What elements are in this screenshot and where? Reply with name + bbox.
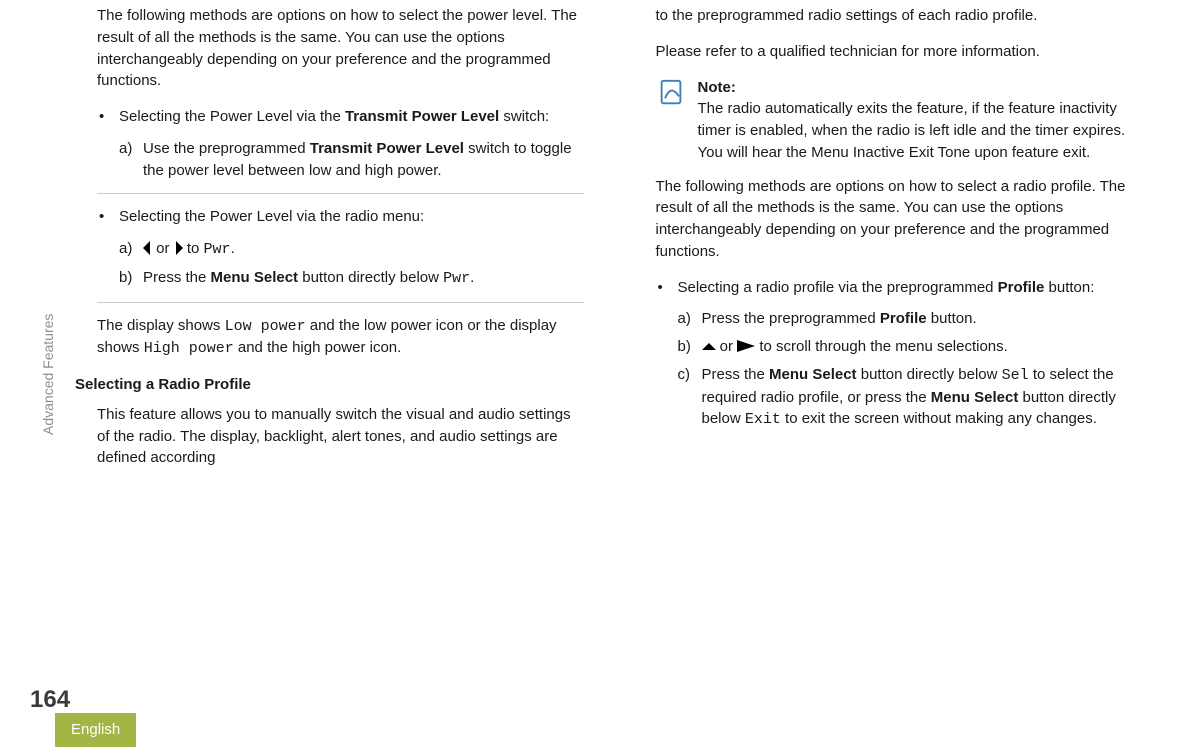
col2-c-sel: Sel	[1002, 367, 1029, 384]
item1a-lead: Use the preprogrammed	[143, 140, 310, 157]
section-heading: Selecting a Radio Profile	[75, 374, 584, 396]
display-paragraph: The display shows Low power and the low …	[97, 315, 584, 361]
item2b-end: .	[470, 269, 474, 286]
right-column: to the preprogrammed radio settings of e…	[634, 5, 1143, 680]
language-tab: English	[55, 713, 136, 747]
col2-item1-bold: Profile	[998, 279, 1045, 296]
col2-c-bold1: Menu Select	[769, 366, 857, 383]
col2-item1-lead: Selecting a radio profile via the prepro…	[678, 279, 998, 296]
item2b-mid: button directly below	[298, 269, 443, 286]
col2-a-tail: button.	[927, 310, 977, 327]
col2-c-bold2: Menu Select	[931, 389, 1019, 406]
note-text: Note: The radio automatically exits the …	[698, 77, 1143, 164]
col2-p3: The following methods are options on how…	[656, 176, 1143, 263]
separator-2	[97, 302, 584, 303]
item1a-bold: Transmit Power Level	[310, 140, 464, 157]
col2-item1-tail: button:	[1044, 279, 1094, 296]
separator	[97, 193, 584, 194]
item2b-pwr: Pwr	[443, 270, 470, 287]
col2-c-exit: Exit	[745, 411, 781, 428]
left-arrow-icon	[143, 241, 150, 255]
up-arrow-icon	[702, 343, 716, 350]
intro-paragraph: The following methods are options on how…	[97, 5, 584, 92]
col2-a-lead: Press the preprogrammed	[702, 310, 880, 327]
item1-tail: switch:	[499, 108, 549, 125]
item1-step-a: Use the preprogrammed Transmit Power Lev…	[143, 138, 584, 182]
note-box: Note: The radio automatically exits the …	[656, 77, 1143, 164]
col2-p1: to the preprogrammed radio settings of e…	[656, 5, 1143, 27]
col2-step-b: or to scroll through the menu selections…	[702, 336, 1143, 358]
display-low: Low power	[225, 318, 306, 335]
col2-step-c: Press the Menu Select button directly be…	[702, 364, 1143, 431]
item2b-lead: Press the	[143, 269, 211, 286]
note-body: The radio automatically exits the featur…	[698, 100, 1126, 161]
right-arrow-icon	[176, 241, 183, 255]
item2-lead: Selecting the Power Level via the radio …	[119, 208, 424, 225]
col2-c-lead: Press the	[702, 366, 770, 383]
left-column: The following methods are options on how…	[75, 5, 584, 680]
item2a-or: or	[152, 240, 174, 257]
col2-b-mid: or	[716, 338, 738, 355]
col2-p2: Please refer to a qualified technician f…	[656, 41, 1143, 63]
col2-c-tail: to exit the screen without making any ch…	[781, 410, 1097, 427]
item2b-bold: Menu Select	[211, 269, 299, 286]
profile-paragraph: This feature allows you to manually swit…	[97, 404, 584, 469]
col2-c-mid1: button directly below	[857, 366, 1002, 383]
item2a-end: .	[231, 240, 235, 257]
col2-a-bold: Profile	[880, 310, 927, 327]
item1-bold: Transmit Power Level	[345, 108, 499, 125]
col2-b-tail: to scroll through the menu selections.	[755, 338, 1008, 355]
item2-step-b: Press the Menu Select button directly be…	[143, 267, 584, 290]
bullet-item-2: Selecting the Power Level via the radio …	[119, 206, 584, 302]
item2a-pwr: Pwr	[204, 241, 231, 258]
display-tail: and the high power icon.	[234, 339, 402, 356]
note-icon	[656, 77, 686, 107]
col2-bullet-1: Selecting a radio profile via the prepro…	[678, 277, 1143, 432]
item2-step-a: or to Pwr.	[143, 238, 584, 261]
display-lead: The display shows	[97, 317, 225, 334]
bullet-item-1: Selecting the Power Level via the Transm…	[119, 106, 584, 194]
note-label: Note:	[698, 79, 736, 96]
sidebar-label: Advanced Features	[38, 314, 58, 435]
item1-lead: Selecting the Power Level via the	[119, 108, 345, 125]
col2-step-a: Press the preprogrammed Profile button.	[702, 308, 1143, 330]
forward-arrow-icon	[737, 340, 755, 352]
display-high: High power	[144, 340, 234, 357]
item2a-to: to	[183, 240, 204, 257]
